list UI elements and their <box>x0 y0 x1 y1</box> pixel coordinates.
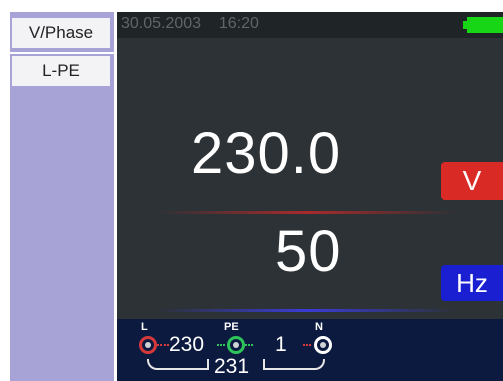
frequency-reading: 50 <box>275 219 342 284</box>
terminal-l-label: L <box>141 321 148 333</box>
battery-icon <box>467 17 503 33</box>
frequency-divider <box>157 309 457 312</box>
terminal-l-icon <box>139 336 157 354</box>
l-n-bracket-right <box>263 359 325 370</box>
date-time: 30.05.2003 16:20 <box>121 15 259 32</box>
l-pe-voltage: 230 <box>169 333 205 356</box>
terminal-n-icon <box>314 336 332 354</box>
terminal-pe-icon <box>227 336 245 354</box>
meter-screen: V/Phase L-PE 30.05.2003 16:20 230.0 V 50… <box>0 0 503 381</box>
frequency-unit-badge: Hz <box>441 265 503 301</box>
terminal-l-lead <box>157 344 169 348</box>
terminal-pe-lead-left <box>217 344 225 348</box>
l-n-bracket-left <box>147 359 209 370</box>
terminal-pe-label: PE <box>224 321 239 333</box>
voltage-unit-badge: V <box>441 162 503 200</box>
menu-divider <box>10 52 114 54</box>
terminal-n-label: N <box>315 321 323 333</box>
terminal-n-lead <box>303 344 311 348</box>
mode-menu: V/Phase L-PE <box>10 12 114 381</box>
l-n-voltage: 231 <box>214 355 250 378</box>
menu-item-mode[interactable]: V/Phase <box>12 18 110 48</box>
menu-item-connection[interactable]: L-PE <box>12 56 110 86</box>
status-bar: 30.05.2003 16:20 <box>117 12 503 38</box>
terminal-pe-lead-right <box>245 344 253 348</box>
pe-n-voltage: 1 <box>275 333 287 356</box>
voltage-reading: 230.0 <box>191 121 342 186</box>
voltage-divider <box>157 211 457 214</box>
terminal-bar: L 230 PE 1 N 231 <box>117 319 503 381</box>
measurement-display: 30.05.2003 16:20 230.0 V 50 Hz L 230 PE … <box>117 12 503 381</box>
